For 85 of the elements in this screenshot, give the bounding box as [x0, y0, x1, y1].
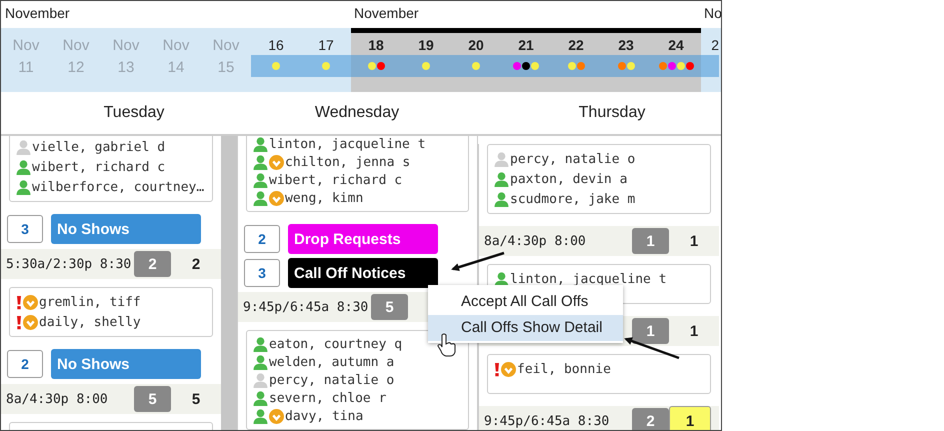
day-number: 23	[618, 37, 634, 55]
staff-name: percy, natalie o	[269, 372, 394, 388]
date-cell[interactable]: 19	[401, 28, 451, 92]
count-button[interactable]: 2	[244, 225, 280, 253]
staff-name: percy, natalie o	[510, 152, 636, 166]
staff-name: linton, jacqueline t	[269, 136, 426, 152]
staff-name: severn, chloe r	[269, 390, 386, 406]
day-number: 22	[568, 37, 584, 55]
date-cell[interactable]: 24	[651, 28, 701, 92]
staff-name: scudmore, jake m	[510, 192, 636, 206]
action-button[interactable]: Drop Requests	[288, 224, 438, 254]
staff-name: daily, shelly	[39, 314, 141, 330]
total-count: 1	[688, 322, 700, 342]
staff-name: eaton, courtney q	[269, 336, 402, 352]
day-number: 12	[68, 59, 84, 76]
staff-name: gremlin, tiff	[39, 294, 141, 310]
date-cell[interactable]: 21	[501, 28, 551, 92]
shift-time: 9:45p/6:45a 8:30	[484, 414, 610, 428]
day-number: 20	[468, 37, 484, 55]
date-cell[interactable]: 22	[551, 28, 601, 92]
day-number: 13	[118, 59, 134, 76]
month-abbr: Nov	[212, 37, 240, 55]
staff-name: vielle, gabriel d	[32, 140, 166, 154]
count-badge: 2	[632, 408, 669, 430]
day-number: 19	[418, 37, 434, 55]
day-number: 2	[711, 37, 719, 55]
shift-time: 8a/4:30p 8:00	[484, 234, 587, 248]
day-name: Thursday	[578, 104, 646, 122]
month-label: No	[703, 4, 721, 23]
day-number: 24	[668, 37, 684, 55]
date-cell[interactable]: 18	[351, 28, 401, 92]
staff-name: welden, autumn a	[269, 354, 394, 370]
total-count: 2	[190, 254, 202, 274]
total-count: 1	[669, 406, 711, 430]
day-number: 18	[368, 37, 384, 55]
exclamation-icon	[16, 314, 22, 330]
day-number: 14	[168, 59, 184, 76]
shift-time: 5:30a/2:30p 8:30	[6, 256, 132, 272]
total-count: 1	[688, 232, 700, 252]
day-name: Wednesday	[314, 104, 400, 122]
date-cell[interactable]: 17	[301, 28, 351, 92]
scrollbar[interactable]	[221, 136, 237, 430]
count-badge: 1	[632, 318, 669, 344]
count-badge: 1	[632, 228, 669, 254]
annotation-arrow	[451, 252, 504, 272]
exclamation-icon	[494, 362, 500, 376]
day-number: 17	[318, 37, 334, 55]
staff-name: wibert, richard c	[32, 160, 166, 174]
month-abbr: Nov	[62, 37, 90, 55]
day-number: 11	[18, 59, 34, 76]
day-number: 16	[268, 37, 284, 55]
total-count: 5	[190, 390, 202, 410]
count-badge: 2	[134, 251, 171, 277]
date-cell[interactable]: 16	[251, 28, 301, 92]
date-cell[interactable]: 23	[601, 28, 651, 92]
annotation-arrow	[624, 337, 680, 360]
staff-name: feil, bonnie	[517, 362, 611, 376]
count-button[interactable]: 3	[7, 215, 43, 243]
date-cell[interactable]: 20	[451, 28, 501, 92]
month-abbr: Nov	[112, 37, 140, 55]
month-abbr: Nov	[162, 37, 190, 55]
date-cell[interactable]: 2	[701, 28, 719, 92]
count-badge: 5	[134, 386, 171, 412]
staff-name: linton, jacqueline t	[510, 272, 667, 286]
count-button[interactable]: 3	[244, 259, 280, 287]
staff-name: paxton, devin a	[510, 172, 628, 186]
menu-item[interactable]: Accept All Call Offs	[428, 289, 623, 315]
staff-name: davy, tina	[285, 408, 364, 424]
menu-item[interactable]: Call Offs Show Detail	[428, 315, 623, 341]
exclamation-icon	[16, 294, 22, 310]
staff-name: weng, kimn	[285, 190, 364, 206]
day-name: Tuesday	[104, 104, 164, 122]
count-badge: 5	[371, 294, 408, 320]
month-abbr: Nov	[12, 37, 40, 55]
shift-time: 8a/4:30p 8:00	[6, 392, 109, 406]
day-number: 15	[218, 59, 234, 76]
count-button[interactable]: 2	[7, 350, 43, 378]
staff-name: wilberforce, courtney…	[32, 180, 204, 194]
staff-name: chilton, jenna s	[285, 154, 410, 170]
day-number: 21	[518, 37, 534, 55]
month-label: November	[353, 4, 420, 23]
month-label: November	[4, 4, 71, 23]
staff-name: wibert, richard c	[269, 172, 402, 188]
shift-time: 9:45p/6:45a 8:30	[243, 300, 370, 314]
action-button[interactable]: Call Off Notices	[288, 258, 438, 288]
